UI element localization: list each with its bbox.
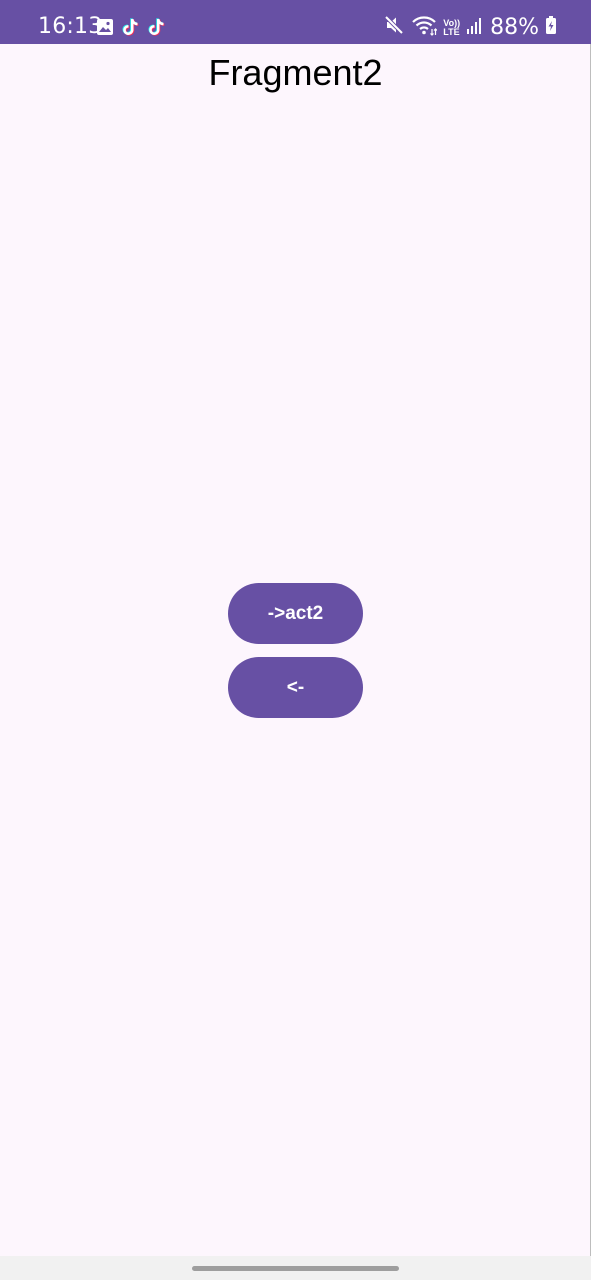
page-title: Fragment2 [208,52,383,93]
battery-percent: 88% [490,15,539,40]
go-to-act2-button[interactable]: ->act2 [228,583,363,644]
back-button[interactable]: <- [228,657,363,718]
tiktok-icon [146,17,166,42]
tiktok-icon [120,17,140,42]
status-bar: 16:13 Vo)) LTE 88% [0,0,591,44]
notification-icons [96,17,166,42]
navigation-bar [0,1256,591,1280]
mute-icon [383,14,405,41]
battery-icon [545,15,557,40]
volte-label-bottom: LTE [443,26,460,37]
volte-icon: Vo)) LTE [443,18,460,37]
home-gesture-handle[interactable] [192,1266,399,1271]
signal-icon [466,15,484,40]
wifi-icon [411,14,438,41]
status-time: 16:13 [38,14,103,39]
system-indicators: Vo)) LTE 88% [383,14,557,41]
gallery-icon [96,18,114,41]
